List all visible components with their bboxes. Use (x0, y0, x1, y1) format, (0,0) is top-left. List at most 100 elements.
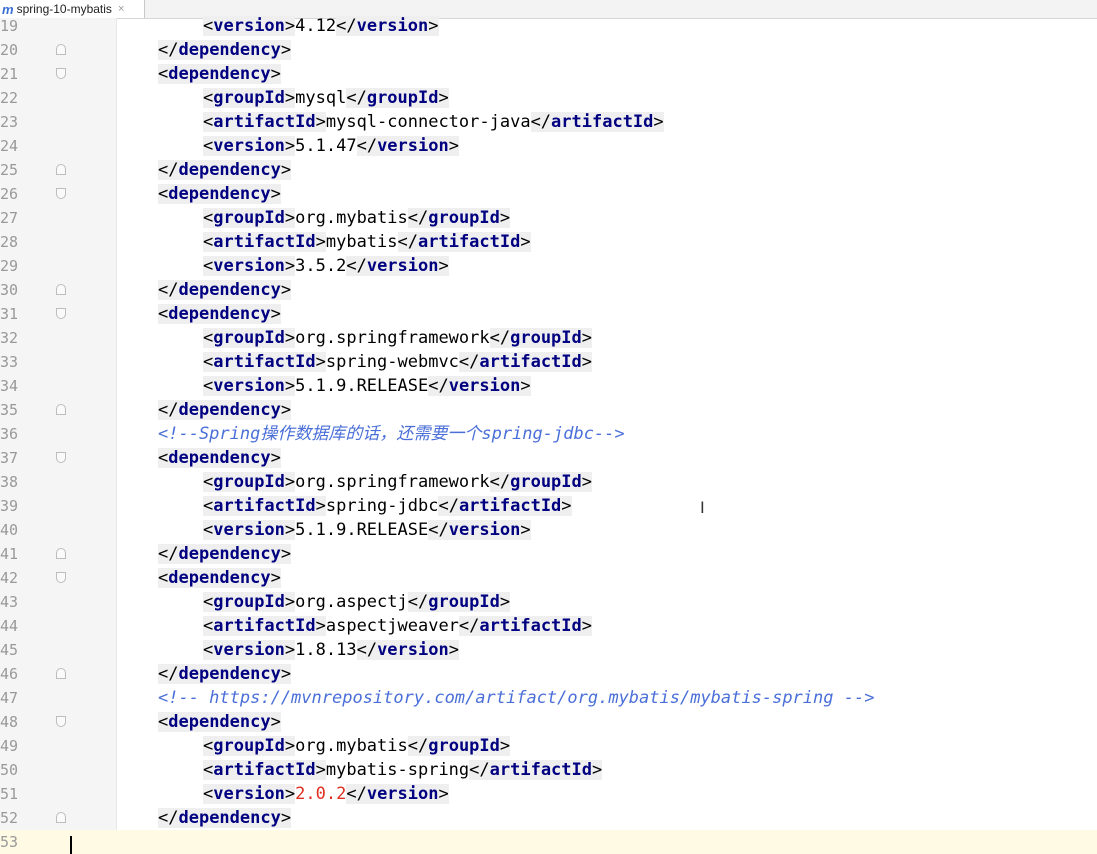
line-number: 33 (0, 353, 19, 371)
code-line[interactable]: 19 <version>4.12</version> (0, 14, 1097, 38)
code-line[interactable]: 48 <dependency> (0, 710, 1097, 734)
fold-marker-icon[interactable] (56, 308, 66, 319)
code-line[interactable]: 41 </dependency> (0, 542, 1097, 566)
code-line[interactable]: 38 <groupId>org.springframework</groupId> (0, 470, 1097, 494)
code-text: <groupId>org.springframework</groupId> (203, 470, 593, 494)
code-line[interactable]: 42 <dependency> (0, 566, 1097, 590)
xml-open-tag: <artifactId> (203, 616, 326, 636)
code-text: </dependency> (158, 542, 292, 566)
xml-close-tag: </groupId> (407, 592, 511, 612)
code-line[interactable]: 36 <!--Spring操作数据库的话，还需要一个spring-jdbc--> (0, 422, 1097, 446)
code-line[interactable]: 23 <artifactId>mysql-connector-java</arti… (0, 110, 1097, 134)
fold-marker-icon[interactable] (56, 572, 66, 583)
xml-close-tag: </groupId> (489, 472, 593, 492)
code-text: <artifactId>aspectjweaver</artifactId> (203, 614, 593, 638)
xml-open-tag: <artifactId> (203, 352, 326, 372)
xml-value: mybatis (325, 232, 398, 252)
xml-value: org.mybatis (295, 736, 408, 756)
xml-close-tag: </version> (346, 256, 449, 276)
code-line[interactable]: 52 </dependency> (0, 806, 1097, 830)
xml-value: 5.1.9.RELEASE (295, 376, 429, 396)
xml-close-tag: </dependency> (158, 808, 292, 828)
code-text: <groupId>org.aspectj</groupId> (203, 590, 511, 614)
code-line[interactable]: 26 <dependency> (0, 182, 1097, 206)
code-line[interactable]: 47 <!-- https://mvnrepository.com/artifac… (0, 686, 1097, 710)
code-line[interactable]: 32 <groupId>org.springframework</groupId> (0, 326, 1097, 350)
line-number: 19 (0, 17, 19, 35)
xml-value: 5.1.47 (295, 136, 357, 156)
line-number: 52 (0, 809, 19, 827)
code-line[interactable]: 49 <groupId>org.mybatis</groupId> (0, 734, 1097, 758)
code-text: </dependency> (158, 662, 292, 686)
code-line[interactable]: 28 <artifactId>mybatis</artifactId> (0, 230, 1097, 254)
fold-marker-icon[interactable] (56, 812, 66, 823)
code-line[interactable]: 40 <version>5.1.9.RELEASE</version> (0, 518, 1097, 542)
code-line[interactable]: 25 </dependency> (0, 158, 1097, 182)
code-editor[interactable]: 19 <version>4.12</version> 20 </dependency>… (0, 14, 1097, 854)
line-number: 25 (0, 161, 19, 179)
xml-value: 5.1.9.RELEASE (295, 520, 429, 540)
code-line[interactable]: 34 <version>5.1.9.RELEASE</version> (0, 374, 1097, 398)
code-text: <dependency> (158, 446, 281, 470)
code-line[interactable]: 33 <artifactId>spring-webmvc</artifactId> (0, 350, 1097, 374)
line-number: 45 (0, 641, 19, 659)
fold-marker-icon[interactable] (56, 68, 66, 79)
xml-close-tag: </version> (428, 376, 531, 396)
code-line[interactable]: 46 </dependency> (0, 662, 1097, 686)
xml-value: aspectjweaver (325, 616, 459, 636)
fold-marker-icon[interactable] (56, 188, 66, 199)
line-number: 34 (0, 377, 19, 395)
code-line[interactable]: 31 <dependency> (0, 302, 1097, 326)
code-text: <artifactId>mybatis-spring</artifactId> (203, 758, 603, 782)
code-line[interactable]: 37 <dependency> (0, 446, 1097, 470)
fold-marker-icon[interactable] (56, 452, 66, 463)
xml-close-tag: </artifactId> (397, 232, 531, 252)
code-line[interactable]: 44 <artifactId>aspectjweaver</artifactId> (0, 614, 1097, 638)
xml-close-tag: </dependency> (158, 280, 292, 300)
code-line[interactable]: 51 <version>2.0.2</version> (0, 782, 1097, 806)
code-line[interactable]: 21 <dependency> (0, 62, 1097, 86)
xml-open-tag: <groupId> (203, 472, 296, 492)
fold-marker-icon[interactable] (56, 668, 66, 679)
fold-marker-icon[interactable] (56, 44, 66, 55)
line-number: 50 (0, 761, 19, 779)
xml-close-tag: </groupId> (407, 208, 511, 228)
fold-marker-icon[interactable] (56, 548, 66, 559)
line-number: 20 (0, 41, 19, 59)
code-line[interactable]: 43 <groupId>org.aspectj</groupId> (0, 590, 1097, 614)
code-line[interactable]: 50 <artifactId>mybatis-spring</artifactId… (0, 758, 1097, 782)
code-line[interactable]: 35 </dependency> (0, 398, 1097, 422)
xml-close-tag: </dependency> (158, 544, 292, 564)
code-line[interactable]: 39 <artifactId>spring-jdbc</artifactId> (0, 494, 1097, 518)
code-text: <version>1.8.13</version> (203, 638, 459, 662)
line-number: 53 (0, 830, 18, 854)
xml-value: org.springframework (295, 328, 490, 348)
xml-open-tag: <dependency> (158, 184, 281, 204)
code-line[interactable]: 20 </dependency> (0, 38, 1097, 62)
xml-comment: <!--Spring操作数据库的话，还需要一个spring-jdbc--> (158, 424, 625, 444)
code-line[interactable]: 45 <version>1.8.13</version> (0, 638, 1097, 662)
xml-comment: <!-- https://mvnrepository.com/artifact/… (158, 688, 875, 708)
line-number: 46 (0, 665, 19, 683)
xml-open-tag: <version> (203, 256, 296, 276)
code-line[interactable]: 22 <groupId>mysql</groupId> (0, 86, 1097, 110)
code-text: <version>5.1.47</version> (203, 134, 459, 158)
code-line[interactable]: 29 <version>3.5.2</version> (0, 254, 1097, 278)
xml-open-tag: <artifactId> (203, 760, 326, 780)
code-line[interactable]: 30 </dependency> (0, 278, 1097, 302)
code-text: <artifactId>spring-webmvc</artifactId> (203, 350, 593, 374)
code-line[interactable]: 24 <version>5.1.47</version> (0, 134, 1097, 158)
code-text: <version>2.0.2</version> (203, 782, 449, 806)
code-text: <dependency> (158, 182, 281, 206)
fold-marker-icon[interactable] (56, 716, 66, 727)
xml-open-tag: <groupId> (203, 208, 296, 228)
fold-marker-icon[interactable] (56, 404, 66, 415)
fold-marker-icon[interactable] (56, 164, 66, 175)
fold-marker-icon[interactable] (56, 284, 66, 295)
line-number: 47 (0, 689, 19, 707)
code-line[interactable]: 53 (0, 830, 1097, 854)
code-text: <version>5.1.9.RELEASE</version> (203, 374, 531, 398)
code-text: <artifactId>mybatis</artifactId> (203, 230, 531, 254)
code-line[interactable]: 27 <groupId>org.mybatis</groupId> (0, 206, 1097, 230)
xml-close-tag: </artifactId> (458, 352, 593, 372)
